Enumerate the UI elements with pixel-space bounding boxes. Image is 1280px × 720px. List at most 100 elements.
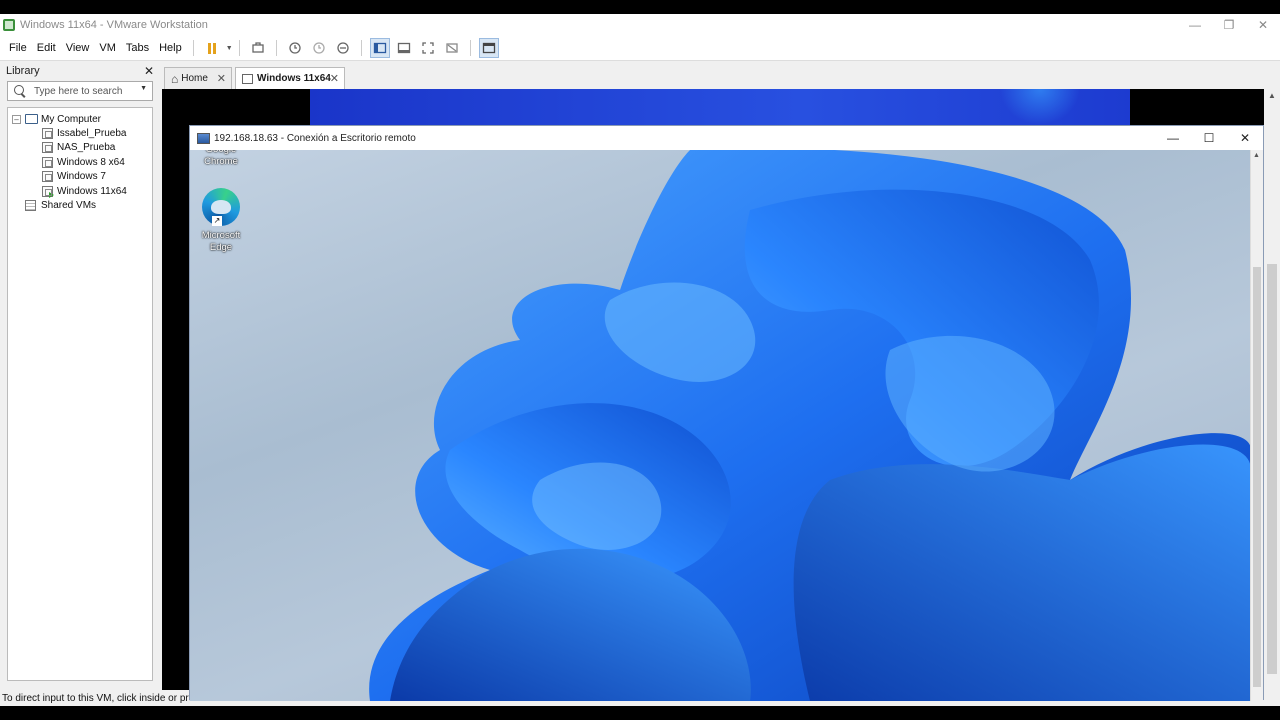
remote-desktop-window[interactable]: 192.168.18.63 - Conexión a Escritorio re… <box>189 125 1264 701</box>
tab-label: Home <box>181 73 208 84</box>
desktop-icon-google-chrome[interactable]: Google Chrome <box>191 150 251 168</box>
rdp-maximize-button[interactable]: ☐ <box>1191 126 1227 150</box>
tab-close-icon[interactable]: ✕ <box>330 72 339 85</box>
remote-desktop[interactable]: Google Chrome ↗ Microsoft Edge <box>190 150 1251 701</box>
tab-close-icon[interactable]: ✕ <box>217 72 226 85</box>
search-icon <box>14 85 26 97</box>
tree-item-label: Windows 8 x64 <box>57 156 125 168</box>
menu-edit[interactable]: Edit <box>32 42 61 54</box>
edge-icon: ↗ <box>202 188 240 226</box>
chevron-down-icon[interactable]: ▼ <box>226 45 233 52</box>
rdp-minimize-button[interactable]: — <box>1155 126 1191 150</box>
snapshot-button[interactable] <box>285 38 305 58</box>
vm-icon <box>42 171 53 183</box>
close-button[interactable]: ✕ <box>1246 14 1280 36</box>
menu-tabs[interactable]: Tabs <box>121 42 154 54</box>
toolbar-separator <box>192 40 194 56</box>
console-scrollbar[interactable]: ▲ ▼ <box>1264 89 1280 700</box>
send-ctrl-alt-del-icon <box>252 42 264 53</box>
rdp-scrollbar[interactable]: ▲ <box>1250 150 1263 701</box>
collapse-icon[interactable]: – <box>12 114 21 124</box>
tree-item-vm[interactable]: Issabel_Prueba <box>8 126 152 140</box>
rdp-close-button[interactable]: ✕ <box>1227 126 1263 150</box>
toolbar-separator <box>360 40 362 56</box>
library-panel: Library ✕ ▼ – My Computer Issabel_Prueba… <box>0 62 160 690</box>
library-search[interactable]: ▼ <box>7 81 153 101</box>
send-ctrl-alt-del-button[interactable] <box>248 38 268 58</box>
menu-help[interactable]: Help <box>154 42 187 54</box>
window-title: Windows 11x64 - VMware Workstation <box>20 19 208 31</box>
tree-item-shared-vms[interactable]: Shared VMs <box>8 198 152 212</box>
tree-item-vm[interactable]: NAS_Prueba <box>8 141 152 155</box>
tree-item-label: NAS_Prueba <box>57 142 116 154</box>
tree-item-vm[interactable]: Windows 8 x64 <box>8 155 152 169</box>
desktop-icon-label: Microsoft Edge <box>201 230 241 253</box>
minimize-button[interactable]: — <box>1178 14 1212 36</box>
library-close-icon[interactable]: ✕ <box>144 64 154 78</box>
window-controls: — ❐ ✕ <box>1178 14 1280 36</box>
search-input[interactable] <box>34 85 134 97</box>
tree-item-vm[interactable]: Windows 7 <box>8 170 152 184</box>
menu-file[interactable]: File <box>4 42 32 54</box>
vmware-app-icon <box>3 19 15 31</box>
guest-desktop-background <box>310 89 1130 125</box>
tab-label: Windows 11x64 <box>257 73 331 84</box>
pause-button[interactable] <box>202 38 222 58</box>
vm-icon <box>42 128 53 140</box>
toolbar-separator <box>275 40 277 56</box>
snapshot-manager-button[interactable] <box>333 38 353 58</box>
thumbnail-button[interactable] <box>478 38 499 58</box>
status-text: To direct input to this VM, click inside… <box>2 692 190 704</box>
pause-icon <box>207 42 216 54</box>
tab-home[interactable]: ⌂ Home ✕ <box>164 67 232 89</box>
tab-windows-11x64[interactable]: Windows 11x64 ✕ <box>235 67 345 89</box>
fullscreen-icon <box>422 42 434 54</box>
menu-bar: File Edit View VM Tabs Help ▼ <box>0 36 1280 61</box>
rdp-window-controls: — ☐ ✕ <box>1155 126 1263 150</box>
revert-snapshot-icon <box>313 42 325 54</box>
snapshot-manager-icon <box>337 42 349 54</box>
vm-icon <box>42 142 53 154</box>
vm-icon <box>42 156 53 168</box>
windows-11-bloom-wallpaper <box>369 150 1251 701</box>
fullscreen-button[interactable] <box>418 38 438 58</box>
tree-item-my-computer[interactable]: – My Computer <box>8 112 152 126</box>
restore-button[interactable]: ❐ <box>1212 14 1246 36</box>
shared-vms-icon <box>25 200 36 212</box>
scroll-up-icon[interactable]: ▲ <box>1268 91 1276 100</box>
title-bar: Windows 11x64 - VMware Workstation — ❐ ✕ <box>0 14 1280 36</box>
rdp-window-title: 192.168.18.63 - Conexión a Escritorio re… <box>214 132 416 144</box>
revert-snapshot-button[interactable] <box>309 38 329 58</box>
scrollbar-thumb[interactable] <box>1253 267 1261 687</box>
unity-button[interactable] <box>442 38 462 58</box>
remote-desktop-icon <box>197 132 210 144</box>
tree-item-label: Shared VMs <box>41 200 97 212</box>
tree-item-label: Windows 11x64 <box>57 185 127 197</box>
rdp-title-bar: 192.168.18.63 - Conexión a Escritorio re… <box>190 126 1263 150</box>
vm-running-icon <box>42 185 54 198</box>
scroll-up-icon[interactable]: ▲ <box>1253 152 1260 159</box>
menu-vm[interactable]: VM <box>94 42 121 54</box>
shortcut-arrow-icon: ↗ <box>212 216 222 226</box>
menu-view[interactable]: View <box>61 42 95 54</box>
console-view-icon <box>397 42 410 54</box>
tree-item-label: My Computer <box>41 113 102 125</box>
computer-icon <box>25 114 38 125</box>
library-view-button[interactable] <box>369 38 390 58</box>
tab-bar: ⌂ Home ✕ Windows 11x64 ✕ <box>162 66 1280 89</box>
vm-icon <box>242 73 253 84</box>
tree-item-label: Windows 7 <box>57 171 106 183</box>
desktop-icon-microsoft-edge[interactable]: ↗ Microsoft Edge <box>191 188 251 254</box>
chevron-down-icon[interactable]: ▼ <box>140 85 147 92</box>
tree-item-vm-running[interactable]: Windows 11x64 <box>8 184 152 198</box>
toolbar-separator <box>469 40 471 56</box>
snapshot-icon <box>289 42 301 54</box>
thumbnail-icon <box>482 42 495 54</box>
home-icon: ⌂ <box>171 71 179 86</box>
console-view-button[interactable] <box>394 38 414 58</box>
tree-item-label: Issabel_Prueba <box>57 128 127 140</box>
scrollbar-thumb[interactable] <box>1267 264 1277 674</box>
toolbar-separator <box>238 40 240 56</box>
library-header: Library <box>6 65 40 77</box>
vm-tree: – My Computer Issabel_Prueba NAS_Prueba … <box>7 107 153 681</box>
